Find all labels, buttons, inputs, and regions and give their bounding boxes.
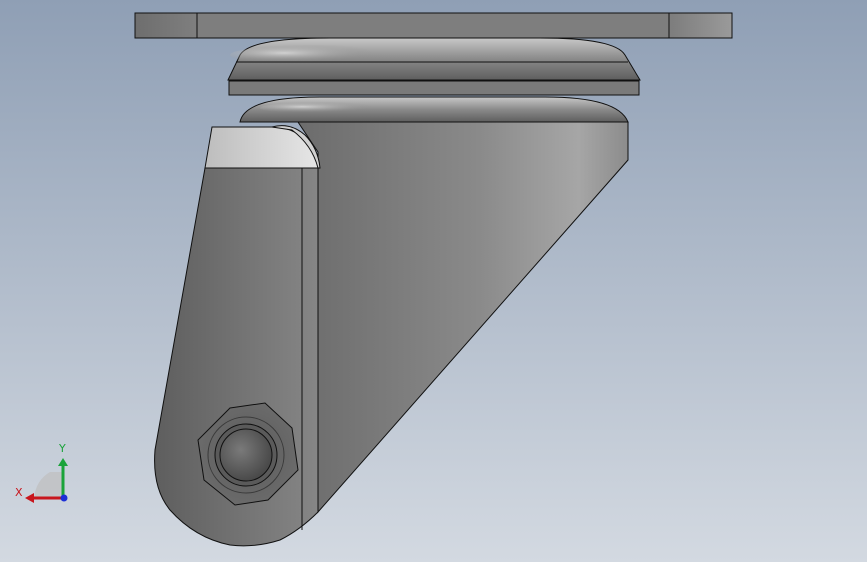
axis-triad: X Y bbox=[10, 440, 80, 510]
swivel-bearing[interactable] bbox=[227, 37, 641, 123]
top-plate[interactable] bbox=[134, 12, 733, 39]
triad-x-arrow bbox=[25, 493, 34, 503]
triad-y-label: Y bbox=[59, 442, 66, 455]
axle-bolt bbox=[219, 428, 273, 482]
triad-y-arrow bbox=[58, 458, 68, 466]
triad-z-axis bbox=[60, 494, 68, 502]
graphics-viewport[interactable]: X Y bbox=[0, 0, 867, 562]
triad-x-label: X bbox=[15, 486, 23, 499]
caster-model[interactable] bbox=[0, 0, 867, 562]
triad-plane bbox=[34, 472, 63, 498]
